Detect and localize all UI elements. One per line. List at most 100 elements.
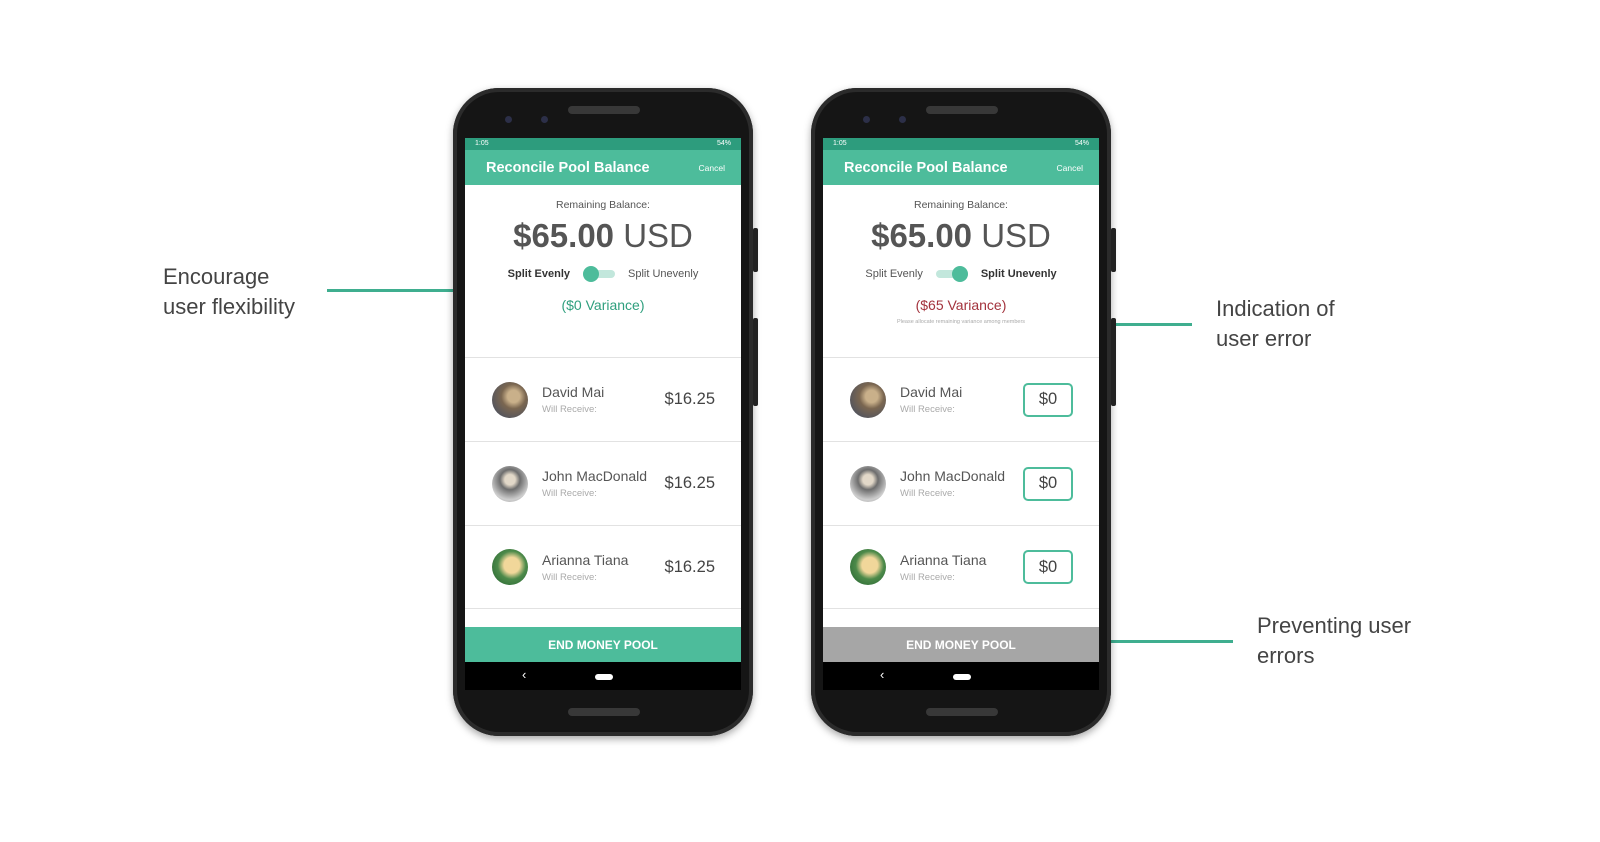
balance-currency: USD bbox=[623, 217, 693, 254]
member-name: John MacDonald bbox=[900, 468, 1006, 484]
variance-text: ($0 Variance) bbox=[561, 297, 645, 313]
page-title: Reconcile Pool Balance bbox=[844, 159, 1008, 176]
member-name: Arianna Tiana bbox=[542, 551, 629, 568]
back-icon[interactable]: ‹ bbox=[880, 668, 884, 681]
member-amount: $16.25 bbox=[664, 474, 715, 492]
annotation-line-2: user error bbox=[1216, 326, 1312, 351]
member-sublabel: Will Receive: bbox=[542, 488, 597, 499]
toggle-knob[interactable] bbox=[951, 266, 968, 282]
member-sublabel: Will Receive: bbox=[542, 404, 597, 415]
split-toggle-row: Split Evenly Split Unevenly bbox=[465, 266, 741, 282]
list-item: David Mai Will Receive: $16.25 bbox=[465, 357, 741, 441]
annotation-encourage-flexibility: Encourage user flexibility bbox=[163, 262, 295, 322]
member-sublabel: Will Receive: bbox=[542, 571, 597, 583]
member-name: Arianna Tiana bbox=[900, 551, 987, 568]
member-info: John MacDonald Will Receive: bbox=[542, 468, 665, 499]
split-evenly-label[interactable]: Split Evenly bbox=[508, 268, 570, 280]
member-info: John MacDonald Will Receive: bbox=[900, 468, 1023, 499]
avatar bbox=[850, 465, 886, 502]
list-item: Arianna Tiana Will Receive: $16.25 bbox=[465, 525, 741, 609]
member-sublabel: Will Receive: bbox=[900, 488, 955, 499]
variance-hint: Please allocate remaining variance among… bbox=[896, 319, 1026, 325]
member-amount: $16.25 bbox=[664, 390, 715, 408]
split-toggle[interactable] bbox=[935, 266, 968, 282]
split-toggle[interactable] bbox=[583, 266, 616, 282]
member-amount-input[interactable]: $0 bbox=[1023, 466, 1073, 501]
status-battery: 54% bbox=[1074, 140, 1089, 147]
front-sensor bbox=[541, 116, 548, 123]
phone-split-evenly: 1:05 54% Reconcile Pool Balance Cancel R… bbox=[453, 88, 758, 736]
list-item: John MacDonald Will Receive: $16.25 bbox=[465, 441, 741, 525]
list-item: David Mai Will Receive: $0 bbox=[823, 357, 1099, 441]
member-info: David Mai Will Receive: bbox=[900, 384, 1023, 415]
balance-currency: USD bbox=[981, 217, 1051, 254]
home-icon[interactable] bbox=[953, 674, 971, 680]
member-name: David Mai bbox=[542, 384, 605, 400]
page-title: Reconcile Pool Balance bbox=[486, 159, 650, 176]
top-speaker bbox=[926, 106, 998, 114]
annotation-line-2: user flexibility bbox=[163, 294, 296, 319]
member-amount: $16.25 bbox=[664, 557, 715, 576]
annotation-line-1: Indication of bbox=[1216, 296, 1335, 321]
remaining-balance-label: Remaining Balance: bbox=[914, 199, 1008, 211]
app-bar: Reconcile Pool Balance Cancel bbox=[465, 150, 741, 185]
annotation-line-2: errors bbox=[1257, 643, 1315, 668]
top-speaker bbox=[568, 106, 640, 114]
front-camera bbox=[505, 116, 512, 123]
end-money-pool-button[interactable]: END MONEY POOL bbox=[465, 627, 741, 662]
split-unevenly-label[interactable]: Split Unevenly bbox=[628, 268, 698, 280]
status-bar: 1:05 54% bbox=[823, 138, 1099, 150]
power-button bbox=[1111, 228, 1116, 272]
remaining-balance-amount: $65.00 USD bbox=[823, 217, 1099, 255]
end-money-pool-button[interactable]: END MONEY POOL bbox=[823, 627, 1099, 662]
annotation-preventing-errors: Preventing user errors bbox=[1257, 611, 1411, 671]
list-item: John MacDonald Will Receive: $0 bbox=[823, 441, 1099, 525]
status-battery: 54% bbox=[716, 140, 731, 147]
list-item: Arianna Tiana Will Receive: $0 bbox=[823, 525, 1099, 609]
power-button bbox=[753, 228, 758, 272]
balance-value: $65.00 bbox=[513, 217, 615, 254]
android-nav-bar: ‹ bbox=[465, 662, 741, 690]
member-amount-input[interactable]: $0 bbox=[1023, 550, 1073, 584]
split-evenly-label[interactable]: Split Evenly bbox=[865, 268, 922, 280]
avatar bbox=[850, 381, 886, 418]
balance-value: $65.00 bbox=[871, 217, 973, 254]
volume-button bbox=[753, 318, 758, 406]
member-info: Arianna Tiana Will Receive: bbox=[542, 552, 665, 583]
member-amount-input[interactable]: $0 bbox=[1023, 382, 1073, 417]
variance-text: ($65 Variance) bbox=[915, 297, 1007, 313]
avatar bbox=[492, 381, 528, 418]
app-screen: 1:05 54% Reconcile Pool Balance Cancel R… bbox=[823, 138, 1099, 690]
remaining-balance-amount: $65.00 USD bbox=[465, 217, 741, 255]
front-camera bbox=[863, 116, 870, 123]
avatar bbox=[492, 549, 528, 585]
front-sensor bbox=[899, 116, 906, 123]
status-time: 1:05 bbox=[475, 140, 489, 147]
cancel-button[interactable]: Cancel bbox=[699, 163, 725, 173]
bottom-speaker bbox=[568, 708, 640, 716]
cancel-button[interactable]: Cancel bbox=[1057, 163, 1083, 173]
phone-split-unevenly: 1:05 54% Reconcile Pool Balance Cancel R… bbox=[811, 88, 1116, 736]
toggle-knob[interactable] bbox=[583, 266, 600, 282]
member-info: Arianna Tiana Will Receive: bbox=[900, 552, 1023, 583]
annotation-user-error: Indication of user error bbox=[1216, 294, 1335, 354]
back-icon[interactable]: ‹ bbox=[522, 668, 526, 681]
avatar bbox=[492, 465, 528, 502]
remaining-balance-label: Remaining Balance: bbox=[556, 199, 650, 211]
split-unevenly-label[interactable]: Split Unevenly bbox=[981, 268, 1057, 280]
member-name: John MacDonald bbox=[542, 468, 648, 484]
home-icon[interactable] bbox=[595, 674, 613, 680]
annotation-line-1: Encourage bbox=[163, 264, 270, 289]
annotation-line-1: Preventing user bbox=[1257, 613, 1412, 638]
member-sublabel: Will Receive: bbox=[900, 404, 955, 415]
member-name: David Mai bbox=[900, 384, 963, 400]
android-nav-bar: ‹ bbox=[823, 662, 1099, 690]
app-screen: 1:05 54% Reconcile Pool Balance Cancel R… bbox=[465, 138, 741, 690]
split-toggle-row: Split Evenly Split Unevenly bbox=[823, 266, 1099, 282]
member-sublabel: Will Receive: bbox=[900, 571, 955, 583]
avatar bbox=[850, 549, 886, 585]
volume-button bbox=[1111, 318, 1116, 406]
member-list: David Mai Will Receive: $0 John MacDonal… bbox=[823, 357, 1099, 609]
member-info: David Mai Will Receive: bbox=[542, 384, 665, 415]
bottom-speaker bbox=[926, 708, 998, 716]
